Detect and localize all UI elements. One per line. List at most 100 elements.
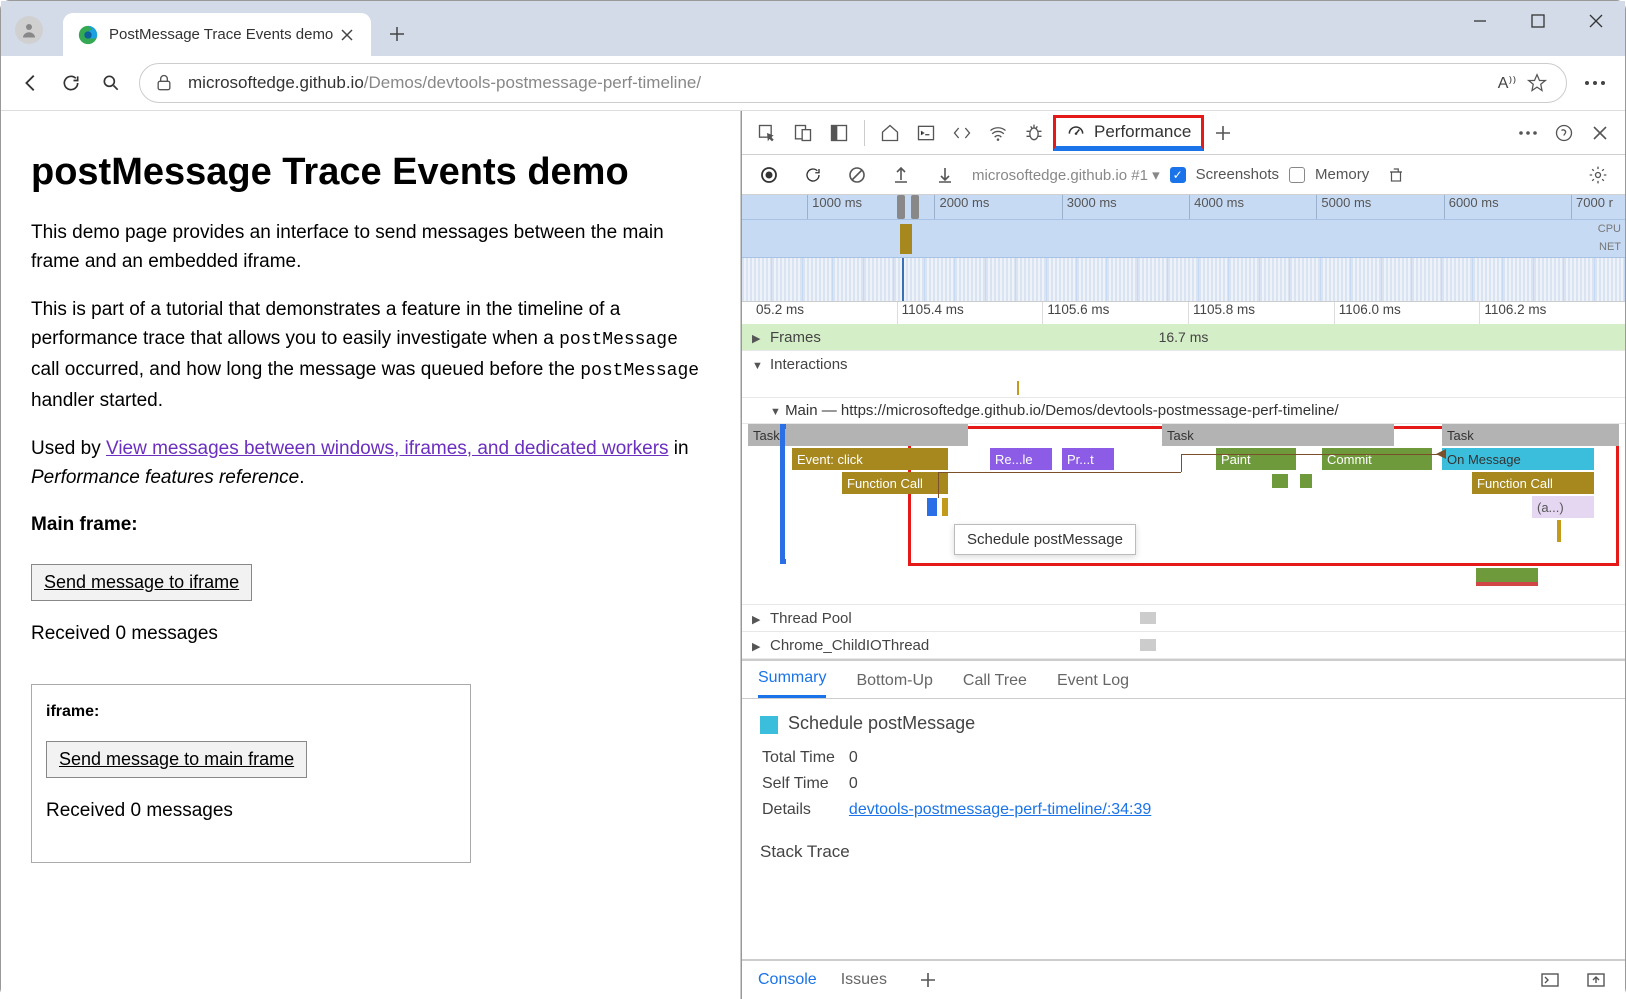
- function-call-bar[interactable]: Function Call: [842, 472, 948, 494]
- add-drawer-tab[interactable]: [911, 963, 945, 997]
- main-track[interactable]: Main — https://microsoftedge.github.io/D…: [742, 398, 1625, 605]
- drawer-errors-icon[interactable]: [1533, 963, 1567, 997]
- commit-bar[interactable]: Commit: [1322, 448, 1432, 470]
- details-link[interactable]: devtools-postmessage-perf-timeline/:34:3…: [849, 801, 1151, 818]
- browser-tab[interactable]: PostMessage Trace Events demo: [63, 13, 371, 56]
- help-button[interactable]: [1547, 116, 1581, 150]
- perf-toolbar: microsoftedge.github.io #1 ▾ Screenshots…: [742, 155, 1625, 195]
- thread-pool-track[interactable]: Thread Pool: [742, 605, 1625, 632]
- overview-pane[interactable]: 1000 ms 2000 ms 3000 ms 4000 ms 5000 ms …: [742, 195, 1625, 302]
- summary-tab[interactable]: Summary: [758, 669, 826, 698]
- child-io-track[interactable]: Chrome_ChildIOThread: [742, 632, 1625, 659]
- summary-pane: Schedule postMessage Total Time0 Self Ti…: [742, 699, 1625, 876]
- close-window-button[interactable]: [1567, 1, 1625, 41]
- refresh-button[interactable]: [51, 63, 91, 103]
- read-aloud-button[interactable]: A⁾⁾: [1492, 63, 1522, 103]
- recalc-bar[interactable]: Re...le: [990, 448, 1052, 470]
- expand-icon[interactable]: [752, 610, 760, 627]
- summary-table: Total Time0 Self Time0 Detailsdevtools-p…: [760, 744, 1165, 824]
- dock-icon[interactable]: [822, 116, 856, 150]
- collapse-icon[interactable]: [752, 356, 763, 373]
- expand-icon[interactable]: [752, 329, 760, 346]
- function-call-bar[interactable]: Function Call: [1472, 472, 1594, 494]
- performance-icon: [1066, 122, 1086, 142]
- close-devtools-button[interactable]: [1583, 116, 1617, 150]
- clear-button[interactable]: [840, 158, 874, 192]
- more-tools-button[interactable]: [1511, 116, 1545, 150]
- sources-icon[interactable]: [945, 116, 979, 150]
- task-bar[interactable]: Task: [1442, 424, 1619, 446]
- drawer-expand-icon[interactable]: [1579, 963, 1613, 997]
- lock-icon: [154, 73, 174, 93]
- settings-button[interactable]: [1581, 158, 1615, 192]
- device-toggle-icon[interactable]: [786, 116, 820, 150]
- tooltip: Schedule postMessage: [954, 524, 1136, 555]
- iframe-label: iframe:: [46, 703, 456, 721]
- docs-link[interactable]: View messages between windows, iframes, …: [106, 438, 669, 459]
- interactions-track[interactable]: Interactions: [742, 351, 1625, 398]
- stack-trace-label: Stack Trace: [760, 842, 1607, 862]
- content-area: postMessage Trace Events demo This demo …: [1, 111, 1625, 999]
- send-to-iframe-button[interactable]: Send message to iframe: [31, 564, 252, 601]
- titlebar: PostMessage Trace Events demo: [1, 1, 1625, 56]
- profile-avatar[interactable]: [15, 16, 43, 44]
- main-frame-label: Main frame:: [31, 510, 710, 539]
- performance-tab[interactable]: Performance: [1053, 115, 1204, 151]
- issues-tab[interactable]: Issues: [841, 971, 887, 989]
- memory-checkbox[interactable]: [1289, 167, 1305, 183]
- edge-icon: [77, 24, 99, 46]
- overview-cpu: CPU: [742, 219, 1625, 257]
- expand-icon[interactable]: [752, 637, 760, 654]
- call-tree-tab[interactable]: Call Tree: [963, 672, 1027, 698]
- more-button[interactable]: [1575, 63, 1615, 103]
- bottom-up-tab[interactable]: Bottom-Up: [856, 672, 932, 698]
- maximize-button[interactable]: [1509, 1, 1567, 41]
- paint-bar[interactable]: Paint: [1216, 448, 1296, 470]
- console-icon[interactable]: [909, 116, 943, 150]
- task-bar[interactable]: Task: [1162, 424, 1394, 446]
- inspect-icon[interactable]: [750, 116, 784, 150]
- download-button[interactable]: [928, 158, 962, 192]
- event-click-bar[interactable]: Event: click: [792, 448, 948, 470]
- drawer: Console Issues: [742, 959, 1625, 999]
- reload-record-button[interactable]: [796, 158, 830, 192]
- event-log-tab[interactable]: Event Log: [1057, 672, 1129, 698]
- favorite-button[interactable]: [1522, 63, 1552, 103]
- screenshots-checkbox[interactable]: [1170, 167, 1186, 183]
- page-title: postMessage Trace Events demo: [31, 151, 710, 194]
- more-tabs-button[interactable]: [1206, 116, 1240, 150]
- page-usedby: Used by View messages between windows, i…: [31, 434, 710, 493]
- new-tab-button[interactable]: [377, 14, 417, 54]
- prepaint-bar[interactable]: Pr...t: [1062, 448, 1114, 470]
- flame-chart[interactable]: Task Task Task Event: click Re...le Pr..…: [742, 424, 1625, 604]
- screenshots-label: Screenshots: [1196, 166, 1279, 183]
- tab-close-button[interactable]: [333, 21, 361, 49]
- welcome-icon[interactable]: [873, 116, 907, 150]
- devtools-tabs: Performance: [742, 111, 1625, 155]
- overview-ruler: 1000 ms 2000 ms 3000 ms 4000 ms 5000 ms …: [742, 195, 1625, 219]
- context-selector[interactable]: microsoftedge.github.io #1 ▾: [972, 166, 1160, 184]
- frames-track[interactable]: Frames16.7 ms: [742, 324, 1625, 351]
- timeline-ruler: 05.2 ms 1105.4 ms 1105.6 ms 1105.8 ms 11…: [742, 302, 1625, 324]
- anon-bar[interactable]: (a...): [1532, 496, 1594, 518]
- on-message-bar[interactable]: On Message: [1442, 448, 1594, 470]
- collapse-icon[interactable]: [770, 402, 781, 419]
- received-iframe-text: Received 0 messages: [46, 796, 456, 825]
- record-button[interactable]: [752, 158, 786, 192]
- minimize-button[interactable]: [1451, 1, 1509, 41]
- search-button[interactable]: [91, 63, 131, 103]
- devtools-panel: Performance microsoftedge.github.io #1 ▾…: [741, 111, 1625, 999]
- gc-button[interactable]: [1379, 158, 1413, 192]
- page-desc: This is part of a tutorial that demonstr…: [31, 295, 710, 416]
- network-icon[interactable]: [981, 116, 1015, 150]
- back-button[interactable]: [11, 63, 51, 103]
- color-swatch: [760, 716, 778, 734]
- upload-button[interactable]: [884, 158, 918, 192]
- address-bar: microsoftedge.github.io/Demos/devtools-p…: [1, 56, 1625, 111]
- url-input[interactable]: microsoftedge.github.io/Demos/devtools-p…: [139, 63, 1567, 103]
- received-main-text: Received 0 messages: [31, 619, 710, 648]
- debugger-icon[interactable]: [1017, 116, 1051, 150]
- send-to-main-button[interactable]: Send message to main frame: [46, 741, 307, 778]
- url-path: /Demos/devtools-postmessage-perf-timelin…: [364, 73, 701, 93]
- console-tab[interactable]: Console: [758, 971, 817, 989]
